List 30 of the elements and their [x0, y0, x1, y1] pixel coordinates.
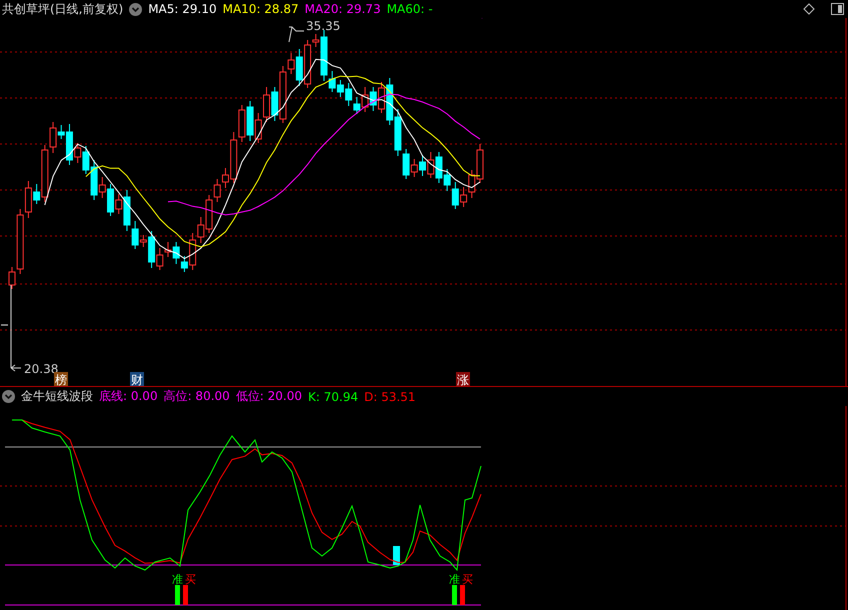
signal-label: 买 — [462, 573, 473, 586]
signal-label: 准 — [449, 573, 460, 586]
moving-average-value: MA60: - — [386, 2, 433, 16]
signal-bar — [452, 585, 457, 605]
indicator-value: K: 70.94 — [308, 390, 358, 404]
moving-average-value: MA5: 29.10 — [148, 2, 217, 16]
indicator-value: 高位: 80.00 — [164, 388, 230, 405]
dropdown-icon[interactable] — [129, 2, 142, 16]
event-badge[interactable]: 涨 — [456, 372, 470, 387]
low-pointer-icon — [10, 284, 22, 372]
event-badge[interactable]: 财 — [130, 372, 144, 387]
event-badge[interactable]: 榜 — [54, 372, 68, 387]
signal-bar — [183, 585, 188, 605]
indicator-title: 金牛短线波段 — [21, 388, 93, 405]
high-pointer-icon — [288, 26, 304, 42]
indicator-value: 低位: 20.00 — [236, 388, 302, 405]
indicator-bar — [393, 546, 400, 565]
signal-label: 准 — [172, 573, 183, 586]
signal-bar — [460, 585, 465, 605]
diamond-icon[interactable] — [803, 3, 815, 15]
high-price-label: 35.35 — [306, 19, 340, 33]
indicator-value: 底线: 0.00 — [99, 388, 158, 405]
signal-bar — [175, 585, 180, 605]
moving-average-value: MA10: 28.87 — [222, 2, 299, 16]
indicator-value: D: 53.51 — [364, 390, 416, 404]
dropdown-icon[interactable] — [2, 390, 15, 403]
chart-title: 共创草坪(日线,前复权) — [2, 0, 124, 18]
panel-icon[interactable] — [831, 3, 844, 15]
signal-label: 买 — [185, 573, 196, 586]
moving-average-value: MA20: 29.73 — [304, 2, 381, 16]
